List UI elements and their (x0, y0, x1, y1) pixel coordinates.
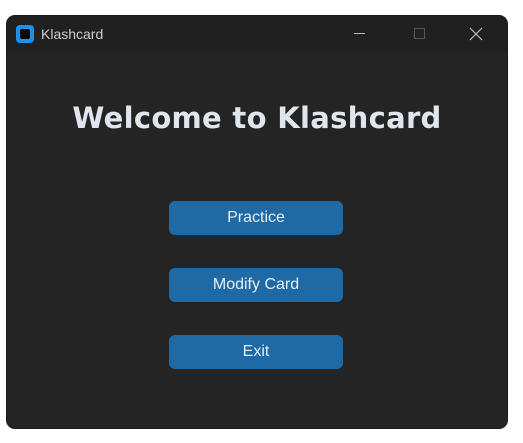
exit-button[interactable]: Exit (169, 335, 343, 369)
title-bar[interactable]: Klashcard (7, 16, 507, 52)
maximize-icon (414, 28, 425, 39)
maximize-button[interactable] (395, 16, 441, 52)
app-logo-icon (16, 25, 34, 43)
minimize-icon (354, 33, 365, 34)
close-icon (469, 27, 483, 41)
modify-card-button[interactable]: Modify Card (169, 268, 343, 302)
window-title: Klashcard (41, 26, 104, 42)
app-window: Klashcard Welcome to Klashcard Practice … (7, 16, 507, 428)
welcome-heading: Welcome to Klashcard (72, 101, 442, 135)
minimize-button[interactable] (337, 16, 383, 52)
close-button[interactable] (453, 16, 499, 52)
practice-button[interactable]: Practice (169, 201, 343, 235)
